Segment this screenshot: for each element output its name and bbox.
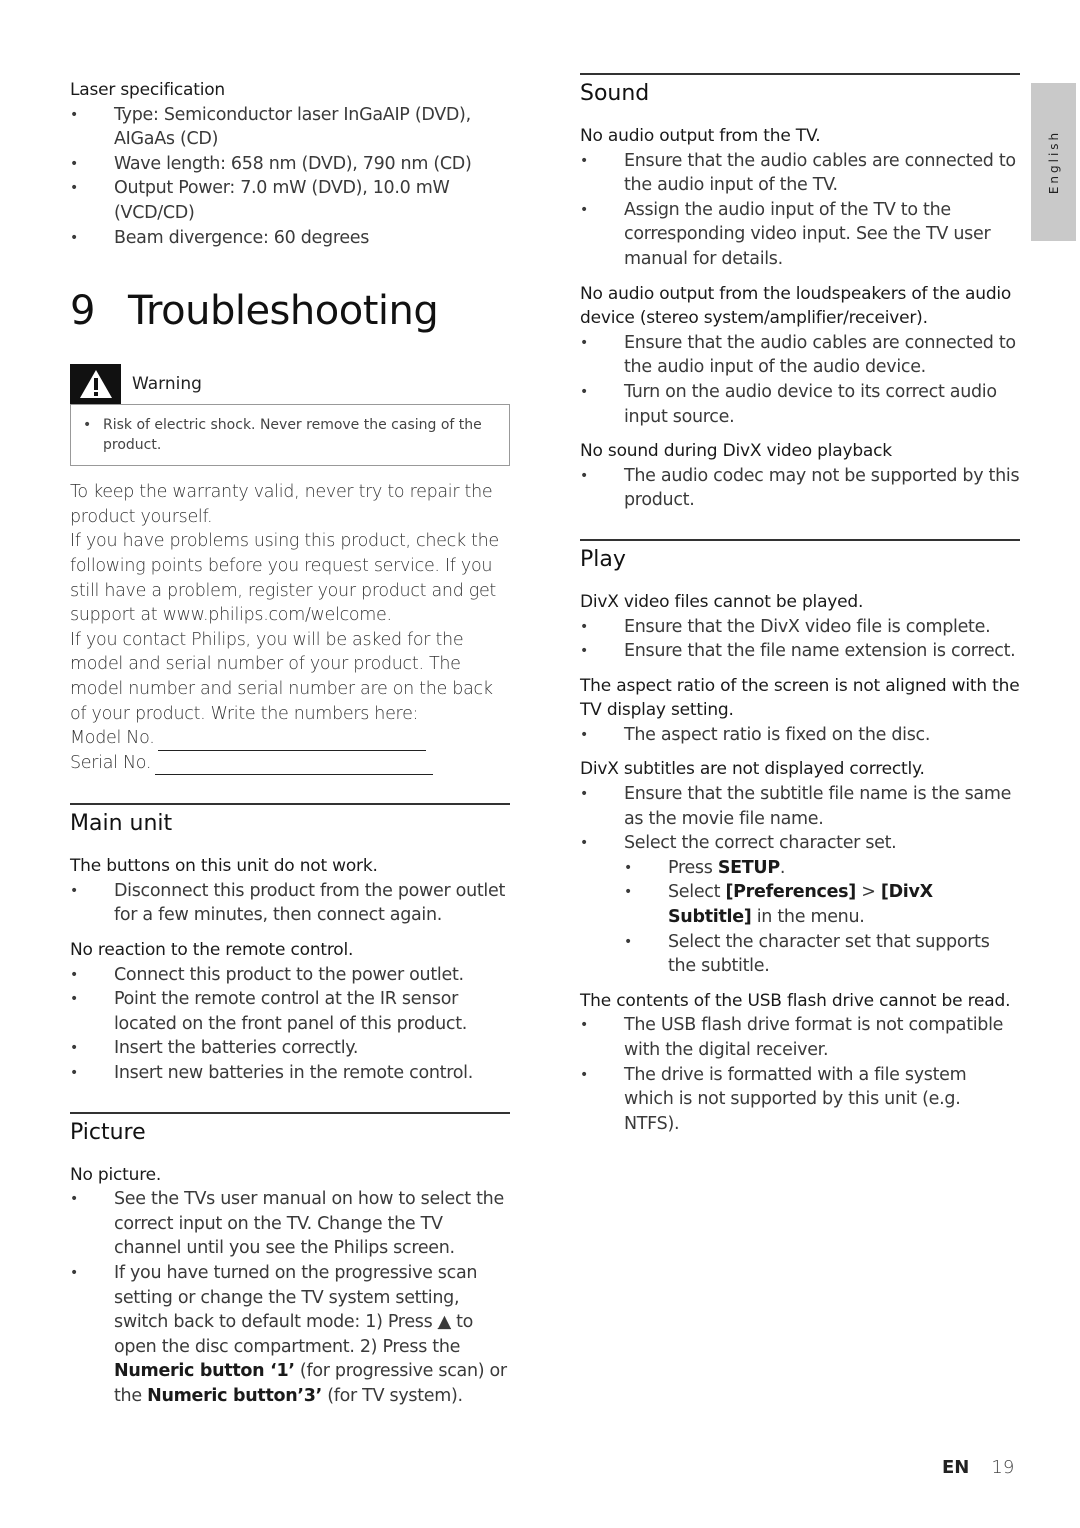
list-item: Ensure that the file name extension is c…: [580, 639, 1020, 664]
list-item: Turn on the audio device to its correct …: [580, 380, 1020, 429]
section-divider: [70, 803, 510, 806]
problem-heading: The aspect ratio of the screen is not al…: [580, 675, 1020, 721]
contact-text: If you contact Philips, you will be aske…: [70, 629, 493, 724]
language-label: English: [1046, 129, 1061, 195]
problem-heading: The buttons on this unit do not work.: [70, 856, 378, 877]
list-item: Type: Semiconductor laser InGaAIP (DVD),…: [70, 103, 510, 152]
warning-item: Risk of electric shock. Never remove the…: [83, 415, 497, 455]
section-title-play: Play: [580, 546, 626, 572]
footer-language: EN: [942, 1457, 970, 1478]
eject-icon: ▲: [437, 1312, 451, 1333]
right-column: Sound No audio output from the TV. Ensur…: [580, 73, 1020, 1136]
list-item: Assign the audio input of the TV to the …: [580, 198, 1020, 272]
list-item: The USB flash drive format is not compat…: [580, 1013, 1020, 1062]
left-column: Laser specification Type: Semiconductor …: [70, 78, 510, 1409]
service-text: If you have problems using this product,…: [70, 531, 499, 626]
list-item: Output Power: 7.0 mW (DVD), 10.0 mW (VCD…: [70, 176, 510, 225]
problem-heading: No sound during DivX video playback: [580, 441, 892, 462]
page-title: Troubleshooting: [128, 288, 439, 335]
section-divider: [70, 1111, 510, 1114]
sub-list-item: Press SETUP.: [624, 856, 1020, 881]
laser-spec-list: Type: Semiconductor laser InGaAIP (DVD),…: [70, 103, 510, 251]
sub-list-item: Select the character set that supports t…: [624, 930, 1020, 979]
section-divider: [580, 73, 1020, 75]
list-item: See the TVs user manual on how to select…: [70, 1187, 510, 1261]
list-item: Ensure that the subtitle file name is th…: [580, 782, 1020, 831]
list-item: Connect this product to the power outlet…: [70, 963, 510, 988]
list-item: Ensure that the audio cables are connect…: [580, 331, 1020, 380]
laser-spec-heading: Laser specification: [70, 80, 226, 100]
problem-heading: The contents of the USB flash drive cann…: [580, 990, 1011, 1011]
list-item: Point the remote control at the IR senso…: [70, 987, 510, 1036]
warranty-text: To keep the warranty valid, never try to…: [70, 482, 493, 527]
page-number: 19: [991, 1457, 1015, 1478]
list-item: Insert new batteries in the remote contr…: [70, 1061, 510, 1086]
problem-heading: No reaction to the remote control.: [70, 940, 354, 961]
problem-heading: DivX subtitles are not displayed correct…: [580, 759, 925, 780]
section-title-sound: Sound: [580, 81, 650, 106]
list-item: Wave length: 658 nm (DVD), 790 nm (CD): [70, 152, 510, 177]
list-item: Select the correct character set. Press …: [580, 831, 1020, 979]
section-title-picture: Picture: [70, 1119, 146, 1145]
problem-heading: No audio output from the loudspeakers of…: [580, 283, 1012, 329]
chapter-number: 9: [70, 288, 96, 335]
model-label: Model No.: [70, 728, 155, 749]
list-item: The drive is formatted with a file syste…: [580, 1063, 1020, 1137]
list-item: Ensure that the DivX video file is compl…: [580, 615, 1020, 640]
list-item: Ensure that the audio cables are connect…: [580, 149, 1020, 198]
list-item: Insert the batteries correctly.: [70, 1036, 510, 1061]
serial-label: Serial No.: [70, 752, 152, 773]
list-item: Beam divergence: 60 degrees: [70, 226, 510, 251]
warning-label: Warning: [132, 374, 202, 395]
warning-triangle-icon: [70, 364, 121, 405]
serial-number-field[interactable]: Serial No.: [70, 751, 510, 776]
language-side-tab: English: [1031, 83, 1076, 241]
section-divider: [580, 538, 1020, 541]
section-title-main-unit: Main unit: [70, 811, 173, 837]
list-item: The audio codec may not be supported by …: [580, 464, 1020, 513]
sub-list-item: Select [Preferences] > [DivX Subtitle] i…: [624, 880, 1020, 929]
intro-paragraph: To keep the warranty valid, never try to…: [70, 480, 510, 776]
problem-heading: No audio output from the TV.: [580, 126, 821, 146]
list-item: Disconnect this product from the power o…: [70, 879, 510, 928]
problem-heading: No picture.: [70, 1164, 162, 1185]
page-footer: EN 19: [942, 1457, 1014, 1478]
list-item: The aspect ratio is fixed on the disc.: [580, 723, 1020, 748]
model-number-field[interactable]: Model No.: [70, 726, 510, 751]
chapter-heading: 9 Troubleshooting: [70, 288, 510, 334]
list-item: If you have turned on the progressive sc…: [70, 1261, 510, 1409]
warning-box: Warning Risk of electric shock. Never re…: [70, 364, 510, 467]
problem-heading: DivX video files cannot be played.: [580, 591, 864, 612]
